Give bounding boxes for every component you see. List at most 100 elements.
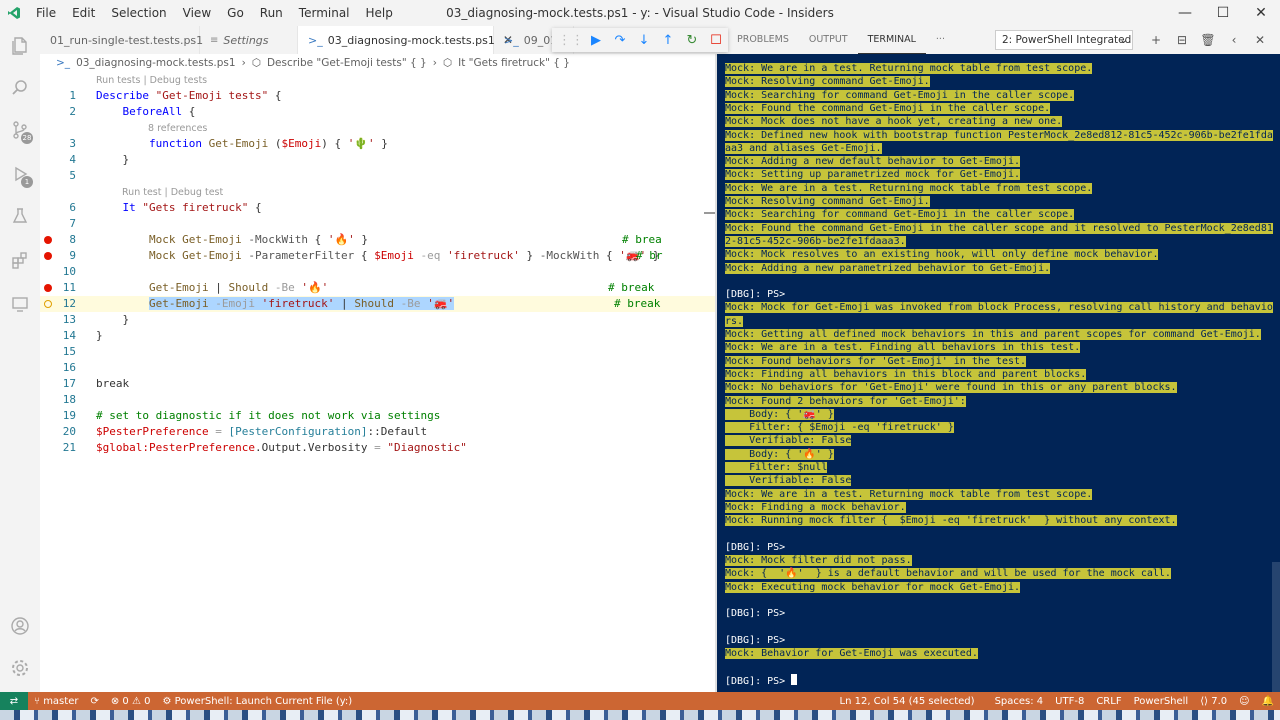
line-number: 16 [62, 361, 76, 374]
terminal-output-text: aa3 and aliases Get-Emoji. [725, 142, 882, 154]
terminal[interactable]: Mock: We are in a test. Returning mock t… [715, 54, 1280, 692]
close-window-button[interactable]: ✕ [1242, 0, 1280, 26]
terminal-line: Mock: Mock for Get-Emoji was invoked fro… [725, 301, 1273, 314]
terminal-output-text: Mock: Finding all behaviors in this bloc… [725, 368, 1087, 380]
terminal-line: Mock: Finding a mock behavior. [725, 501, 906, 514]
accounts-icon[interactable] [8, 614, 32, 638]
terminal-output-text: Body: { '🔥' } [725, 448, 834, 460]
split-terminal-icon[interactable]: ⊟ [1169, 26, 1195, 54]
terminal-output-text: Mock: We are in a test. Finding all beha… [725, 342, 1081, 354]
punctuation: ) { [321, 137, 348, 150]
tab-problems[interactable]: PROBLEMS [727, 26, 799, 54]
keyword: Describe [96, 89, 156, 102]
function-name: Get-Emoji [208, 137, 269, 150]
chevron-left-icon[interactable]: ‹ [1221, 26, 1247, 54]
cursor-position[interactable]: Ln 12, Col 54 (45 selected) [834, 696, 989, 707]
terminal-output-text: Filter: { $Emoji -eq 'firetruck' } [725, 422, 954, 434]
line-number: 7 [69, 217, 76, 230]
scrollbar-marker[interactable] [704, 212, 715, 214]
extensions-icon[interactable] [8, 248, 32, 272]
terminal-line: Body: { '🚒' } [725, 408, 834, 421]
search-icon[interactable] [8, 76, 32, 100]
code-line: 17 break [40, 376, 715, 392]
chevron-right-icon: › [432, 57, 437, 69]
code-line: 2 BeforeAll { [40, 104, 715, 120]
minimize-button[interactable]: — [1166, 0, 1204, 26]
punctuation: ( [268, 137, 282, 150]
terminal-line: [DBG]: PS> [725, 541, 785, 554]
encoding[interactable]: UTF-8 [1049, 696, 1090, 707]
code-editor[interactable]: Run tests | Debug tests 1 Describe "Get-… [40, 72, 715, 692]
step-out-icon[interactable]: ↑ [656, 28, 680, 52]
launch-config[interactable]: ⚙ PowerShell: Launch Current File (y:) [156, 696, 358, 707]
close-panel-icon[interactable]: ✕ [1247, 26, 1273, 54]
tab-diagnosing-mock[interactable]: >_ 03_diagnosing-mock.tests.ps1 ✕ [298, 26, 513, 54]
restart-icon[interactable]: ↻ [680, 28, 704, 52]
menu-selection[interactable]: Selection [103, 0, 174, 26]
punctuation: { [182, 105, 196, 118]
continue-icon[interactable]: ▶ [584, 28, 608, 52]
problems-indicator[interactable]: ⊗ 0 ⚠ 0 [105, 696, 157, 707]
new-terminal-icon[interactable]: + [1143, 26, 1169, 54]
terminal-scrollbar[interactable] [1272, 562, 1280, 692]
parameter: -Emoji [208, 297, 262, 310]
terminal-line: rs. [725, 315, 744, 328]
stop-icon[interactable]: ☐ [704, 28, 728, 52]
terminal-select[interactable]: 2: PowerShell Integrated ⌄ [995, 30, 1133, 50]
indentation[interactable]: Spaces: 4 [989, 696, 1050, 707]
step-over-icon[interactable]: ↷ [608, 28, 632, 52]
menu-run[interactable]: Run [252, 0, 291, 26]
remote-explorer-icon[interactable] [8, 292, 32, 316]
menu-help[interactable]: Help [358, 0, 401, 26]
explorer-icon[interactable] [8, 34, 32, 58]
tab-settings[interactable]: ≡ Settings [200, 26, 298, 54]
tab-terminal[interactable]: TERMINAL [857, 27, 926, 54]
breadcrumb-describe[interactable]: Describe "Get-Emoji tests" { } [267, 57, 427, 69]
terminal-line: aa3 and aliases Get-Emoji. [725, 142, 882, 155]
notifications-icon[interactable]: 🔔 [1256, 696, 1280, 707]
punctuation: { [268, 89, 282, 102]
keyword: It [122, 201, 143, 214]
language-mode[interactable]: PowerShell [1128, 696, 1195, 707]
keyword: break [96, 377, 130, 390]
branch-indicator[interactable]: ⑂ master [28, 696, 84, 707]
menu-edit[interactable]: Edit [64, 0, 103, 26]
menu-terminal[interactable]: Terminal [291, 0, 358, 26]
string: "Get-Emoji tests" [155, 89, 269, 102]
terminal-output-text: Mock: Executing mock behavior for mock G… [725, 581, 1021, 593]
parameter: -Be [268, 281, 302, 294]
trash-icon[interactable]: 🗑 [1195, 26, 1221, 54]
operator: = [208, 425, 229, 438]
punctuation: } [96, 329, 103, 342]
gear-icon[interactable] [8, 656, 32, 680]
breadcrumb-it[interactable]: It "Gets firetruck" { } [458, 57, 570, 69]
tab-output[interactable]: OUTPUT [799, 26, 858, 54]
comment: # br [636, 249, 663, 262]
terminal-prompt: [DBG]: PS> [725, 541, 786, 553]
powershell-version[interactable]: ⟨⟩ 7.0 [1194, 696, 1233, 707]
tab-run-single-test[interactable]: 01_run-single-test.tests.ps1 [40, 26, 203, 54]
codelens-references[interactable]: 8 references [148, 123, 207, 134]
sync-icon[interactable]: ⟳ [84, 696, 104, 707]
step-into-icon[interactable]: ↓ [632, 28, 656, 52]
testing-icon[interactable] [8, 204, 32, 228]
codelens-run-tests[interactable]: Run tests | Debug tests [96, 75, 207, 86]
codelens-run-test[interactable]: Run test | Debug test [122, 187, 223, 198]
menu-go[interactable]: Go [219, 0, 252, 26]
terminal-output-text: 2-81c5-452c-906b-be2fe1fdaaa3. [725, 235, 906, 247]
maximize-button[interactable]: ☐ [1204, 0, 1242, 26]
drag-handle-icon[interactable]: ⋮⋮ [558, 28, 584, 52]
menu-file[interactable]: File [28, 0, 64, 26]
code-line: 6 It "Gets firetruck" { [40, 200, 715, 216]
line-ending[interactable]: CRLF [1090, 696, 1127, 707]
feedback-icon[interactable]: ☺ [1233, 696, 1255, 707]
code-line: 7 [40, 216, 715, 232]
more-actions-icon[interactable]: ··· [926, 26, 955, 54]
code-line: 19 # set to diagnostic if it does not wo… [40, 408, 715, 424]
terminal-output-text: Mock: Found behaviors for 'Get-Emoji' in… [725, 355, 1027, 367]
remote-icon[interactable]: ⇄ [0, 692, 28, 710]
breadcrumb-file[interactable]: 03_diagnosing-mock.tests.ps1 [76, 57, 236, 69]
keyword: Mock [148, 233, 183, 246]
string: "Gets firetruck" [142, 201, 249, 214]
menu-view[interactable]: View [175, 0, 219, 26]
